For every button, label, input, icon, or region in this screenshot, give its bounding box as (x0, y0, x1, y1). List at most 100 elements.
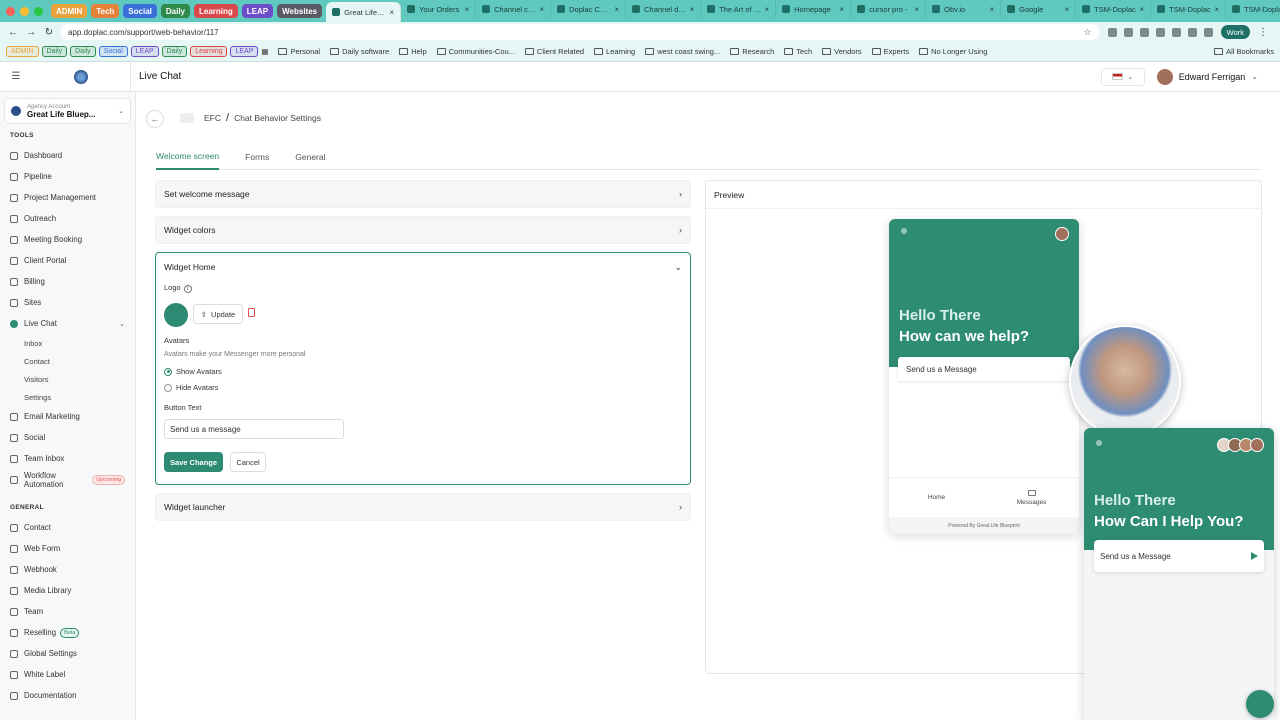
browser-tab[interactable]: TSM-Doplac× (1076, 0, 1152, 18)
sidebar-item-sites[interactable]: Sites (0, 292, 135, 313)
browser-tab[interactable]: TSM-Doplac× (1226, 0, 1280, 18)
bookmark-group[interactable]: Learning (190, 46, 228, 57)
tab-group-tech[interactable]: Tech (91, 4, 120, 18)
browser-tab[interactable]: Great Life Blue× (326, 2, 402, 22)
browser-tab[interactable]: cursor pro - × (851, 0, 927, 18)
sidebar-item-contact[interactable]: Contact (0, 517, 135, 538)
close-tab-icon[interactable]: × (764, 5, 769, 14)
bookmark-group[interactable]: LEAP (130, 46, 159, 57)
bookmark-group[interactable]: ADMIN (6, 46, 39, 57)
sidebar-item-documentation[interactable]: Documentation (0, 685, 135, 706)
hamburger-menu-icon[interactable]: ☰ (0, 71, 32, 82)
sidebar-item-billing[interactable]: Billing (0, 271, 135, 292)
browser-tab[interactable]: Homepage × (776, 0, 852, 18)
tab-group-social[interactable]: Social (123, 4, 157, 18)
update-logo-button[interactable]: ⇧ Update (193, 304, 243, 324)
show-avatars-radio[interactable]: Show Avatars (164, 367, 222, 376)
sidebar-item-meeting-booking[interactable]: Meeting Booking (0, 229, 135, 250)
sidebar-subitem-inbox[interactable]: Inbox (0, 334, 135, 352)
sidebar-item-webhook[interactable]: Webhook (0, 559, 135, 580)
hide-avatars-radio[interactable]: Hide Avatars (164, 383, 218, 392)
sidebar-item-pipeline[interactable]: Pipeline (0, 166, 135, 187)
extension-icon[interactable] (1107, 27, 1117, 37)
tab-group-learning[interactable]: Learning (194, 4, 238, 18)
sidebar-item-web-form[interactable]: Web Form (0, 538, 135, 559)
extension-icon[interactable] (1187, 27, 1197, 37)
accordion-welcome-message[interactable]: Set welcome message › (155, 180, 691, 208)
bookmark-folder[interactable]: Daily software (330, 47, 389, 56)
bookmark-star-icon[interactable]: ☆ (1084, 27, 1092, 38)
bookmark-group[interactable]: Daily (70, 46, 96, 57)
forward-icon[interactable]: → (24, 25, 38, 39)
bookmark-folder[interactable]: Help (399, 47, 427, 56)
delete-logo-icon[interactable] (248, 308, 255, 317)
reload-icon[interactable]: ↻ (42, 25, 56, 39)
browser-menu-icon[interactable]: ⋮ (1256, 25, 1270, 39)
tab-group-leap[interactable]: LEAP (241, 4, 274, 18)
sidebar-item-reselling[interactable]: Reselling Beta (0, 622, 135, 643)
tab-group-admin[interactable]: ADMIN (51, 4, 88, 18)
close-tab-icon[interactable]: × (539, 5, 544, 14)
bookmark-group[interactable]: LEAP (230, 46, 259, 57)
maximize-window-icon[interactable] (34, 6, 43, 16)
button-text-input[interactable] (164, 419, 344, 439)
close-tab-icon[interactable]: × (689, 5, 694, 14)
sidebar-item-global-settings[interactable]: Global Settings (0, 643, 135, 664)
minimize-window-icon[interactable] (20, 6, 29, 16)
user-menu[interactable]: Edward Ferrigan ⌄ (1156, 68, 1258, 85)
sidebar-item-team[interactable]: Team (0, 601, 135, 622)
tab-group-websites[interactable]: Websites (277, 4, 323, 18)
close-tab-icon[interactable]: × (389, 8, 394, 17)
browser-tab[interactable]: Obv.io × (926, 0, 1002, 18)
sidebar-item-media-library[interactable]: Media Library (0, 580, 135, 601)
accordion-widget-launcher[interactable]: Widget launcher › (155, 493, 691, 521)
sidebar-subitem-contact[interactable]: Contact (0, 352, 135, 370)
browser-tab[interactable]: TSM-Doplac× (1151, 0, 1227, 18)
profile-button[interactable]: Work (1220, 25, 1250, 39)
close-tab-icon[interactable]: × (914, 5, 919, 14)
browser-tab[interactable]: The Art of Mu × (701, 0, 777, 18)
language-selector[interactable]: ⌄ (1100, 67, 1145, 86)
tab-group-daily[interactable]: Daily (160, 4, 190, 18)
bookmark-folder[interactable]: Tech (784, 47, 812, 56)
sidebar-subitem-visitors[interactable]: Visitors (0, 370, 135, 388)
extension-icon[interactable] (1171, 27, 1181, 37)
bookmark-folder[interactable]: Vendors (822, 47, 862, 56)
bookmark-group[interactable]: Daily (161, 46, 188, 57)
info-icon[interactable]: i (183, 285, 192, 293)
bookmark-folder[interactable]: Learning (594, 47, 635, 56)
breadcrumb-parent[interactable]: EFC (204, 113, 221, 123)
sidebar-item-dashboard[interactable]: Dashboard (0, 145, 135, 166)
accordion-widget-colors[interactable]: Widget colors › (155, 216, 691, 244)
sidebar-item-outreach[interactable]: Outreach (0, 208, 135, 229)
tab-welcome-screen[interactable]: Welcome screen (156, 144, 220, 170)
save-change-button[interactable]: Save Change (164, 452, 223, 472)
extension-icon[interactable] (1123, 27, 1133, 37)
close-window-icon[interactable] (6, 6, 15, 16)
sidebar-subitem-settings[interactable]: Settings (0, 388, 135, 406)
close-tab-icon[interactable]: × (1139, 5, 1144, 14)
bookmark-folder[interactable]: Experts (871, 47, 909, 56)
url-input[interactable]: app.doplac.com/support/web-behavior/117 … (60, 24, 1100, 40)
close-tab-icon[interactable]: × (464, 5, 469, 14)
live-send-message-button[interactable]: Send us a Message (1094, 540, 1264, 572)
close-tab-icon[interactable]: × (1064, 5, 1069, 14)
browser-tab[interactable]: Doplac CRM × (551, 0, 627, 18)
account-switcher[interactable]: Agency Account Great Life Bluep... ⌄ (4, 98, 131, 124)
extension-icon[interactable] (1203, 27, 1213, 37)
browser-tab[interactable]: Channel cont × (476, 0, 552, 18)
sidebar-item-live-chat[interactable]: Live Chat ⌄ (0, 313, 135, 334)
bookmark-folder[interactable]: No Longer Using (919, 47, 987, 56)
close-tab-icon[interactable]: × (614, 5, 619, 14)
sidebar-item-project-management[interactable]: Project Management (0, 187, 135, 208)
browser-tab[interactable]: Your Orders × (401, 0, 477, 18)
browser-tab[interactable]: Google × (1001, 0, 1077, 18)
extension-icon[interactable] (1139, 27, 1149, 37)
back-button[interactable]: ← (146, 110, 164, 128)
cancel-button[interactable]: Cancel (230, 452, 266, 472)
extension-icon[interactable] (1155, 27, 1165, 37)
browser-tab[interactable]: Channel dash × (626, 0, 702, 18)
sidebar-item-client-portal[interactable]: Client Portal (0, 250, 135, 271)
back-icon[interactable]: ← (6, 25, 20, 39)
bookmark-group[interactable]: Daily (41, 46, 68, 57)
